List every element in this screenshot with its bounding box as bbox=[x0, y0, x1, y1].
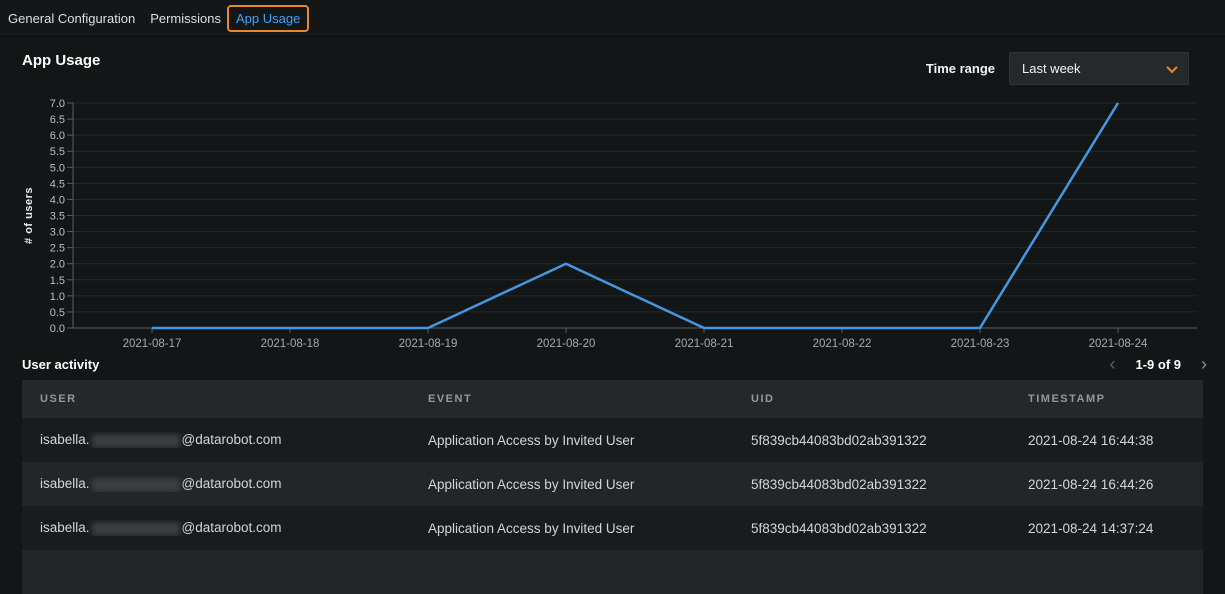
column-header-user: USER bbox=[22, 393, 410, 405]
x-tick-label: 2021-08-19 bbox=[399, 338, 458, 350]
y-tick-label: 7.0 bbox=[50, 98, 65, 110]
table-row: isabella.@datarobot.comApplication Acces… bbox=[22, 462, 1203, 506]
cell-timestamp: 2021-08-24 16:44:26 bbox=[1010, 477, 1203, 492]
tab-general-configuration[interactable]: General Configuration bbox=[8, 11, 135, 26]
column-header-event: EVENT bbox=[410, 393, 733, 405]
y-tick-label: 1.0 bbox=[50, 291, 65, 303]
redacted-text bbox=[92, 478, 180, 492]
table-row: isabella.@datarobot.comApplication Acces… bbox=[22, 506, 1203, 550]
app-usage-line-chart: 0.0 0.5 1.0 1.5 2.0 2.5 3.0 3.5 4.0 4.5 5.0 5.5 6.0 6… bbox=[0, 95, 1225, 355]
chevron-down-icon bbox=[1166, 61, 1177, 72]
page-title: App Usage bbox=[22, 52, 100, 69]
time-range-control: Time range Last week bbox=[926, 52, 1189, 85]
pagination-range: 1-9 of 9 bbox=[1135, 357, 1181, 372]
y-tick-label: 4.5 bbox=[50, 178, 65, 190]
cell-event: Application Access by Invited User bbox=[410, 477, 733, 492]
cell-user: isabella.@datarobot.com bbox=[22, 432, 410, 447]
x-tick-label: 2021-08-24 bbox=[1089, 338, 1148, 350]
chevron-left-icon[interactable]: ‹ bbox=[1109, 357, 1115, 371]
y-tick-label: 1.5 bbox=[50, 275, 65, 287]
pagination: ‹ 1-9 of 9 › bbox=[1109, 357, 1207, 372]
column-header-timestamp: TIMESTAMP bbox=[1010, 393, 1203, 405]
redacted-text bbox=[92, 522, 180, 536]
x-tick-label: 2021-08-18 bbox=[261, 338, 320, 350]
y-tick-label: 0.0 bbox=[50, 323, 65, 335]
y-tick-label: 0.5 bbox=[50, 307, 65, 319]
y-axis-title: # of users bbox=[23, 187, 35, 244]
x-tick-label: 2021-08-21 bbox=[675, 338, 734, 350]
cell-timestamp: 2021-08-24 16:44:38 bbox=[1010, 433, 1203, 448]
user-activity-table: USER EVENT UID TIMESTAMP isabella.@datar… bbox=[22, 380, 1203, 594]
y-tick-label: 5.0 bbox=[50, 162, 65, 174]
table-header-row: USER EVENT UID TIMESTAMP bbox=[22, 380, 1203, 418]
time-range-selected-value: Last week bbox=[1022, 61, 1081, 76]
chevron-right-icon[interactable]: › bbox=[1201, 357, 1207, 371]
cell-uid: 5f839cb44083bd02ab391322 bbox=[733, 433, 1010, 448]
y-tick-label: 2.0 bbox=[50, 259, 65, 271]
y-tick-label: 5.5 bbox=[50, 146, 65, 158]
tab-bar: General Configuration Permissions App Us… bbox=[0, 0, 1225, 37]
y-tick-label: 4.0 bbox=[50, 194, 65, 206]
cell-user: isabella.@datarobot.com bbox=[22, 520, 410, 535]
tab-permissions[interactable]: Permissions bbox=[150, 11, 221, 26]
x-tick-label: 2021-08-17 bbox=[123, 338, 182, 350]
cell-user: isabella.@datarobot.com bbox=[22, 476, 410, 491]
column-header-uid: UID bbox=[733, 393, 1010, 405]
time-range-select[interactable]: Last week bbox=[1009, 52, 1189, 85]
table-row: isabella.@datarobot.comApplication Acces… bbox=[22, 418, 1203, 462]
cell-event: Application Access by Invited User bbox=[410, 521, 733, 536]
x-tick-label: 2021-08-22 bbox=[813, 338, 872, 350]
cell-uid: 5f839cb44083bd02ab391322 bbox=[733, 521, 1010, 536]
y-tick-label: 6.5 bbox=[50, 114, 65, 126]
x-tick-label: 2021-08-20 bbox=[537, 338, 596, 350]
table-body: isabella.@datarobot.comApplication Acces… bbox=[22, 418, 1203, 594]
time-range-label: Time range bbox=[926, 61, 995, 76]
y-tick-label: 3.0 bbox=[50, 227, 65, 239]
y-tick-label: 3.5 bbox=[50, 211, 65, 223]
table-row bbox=[22, 550, 1203, 594]
y-tick-label: 2.5 bbox=[50, 243, 65, 255]
y-tick-label: 6.0 bbox=[50, 130, 65, 142]
cell-event: Application Access by Invited User bbox=[410, 433, 733, 448]
user-activity-title: User activity bbox=[22, 357, 99, 372]
cell-timestamp: 2021-08-24 14:37:24 bbox=[1010, 521, 1203, 536]
tab-app-usage[interactable]: App Usage bbox=[227, 5, 309, 32]
redacted-text bbox=[92, 434, 180, 448]
cell-uid: 5f839cb44083bd02ab391322 bbox=[733, 477, 1010, 492]
x-tick-label: 2021-08-23 bbox=[951, 338, 1010, 350]
